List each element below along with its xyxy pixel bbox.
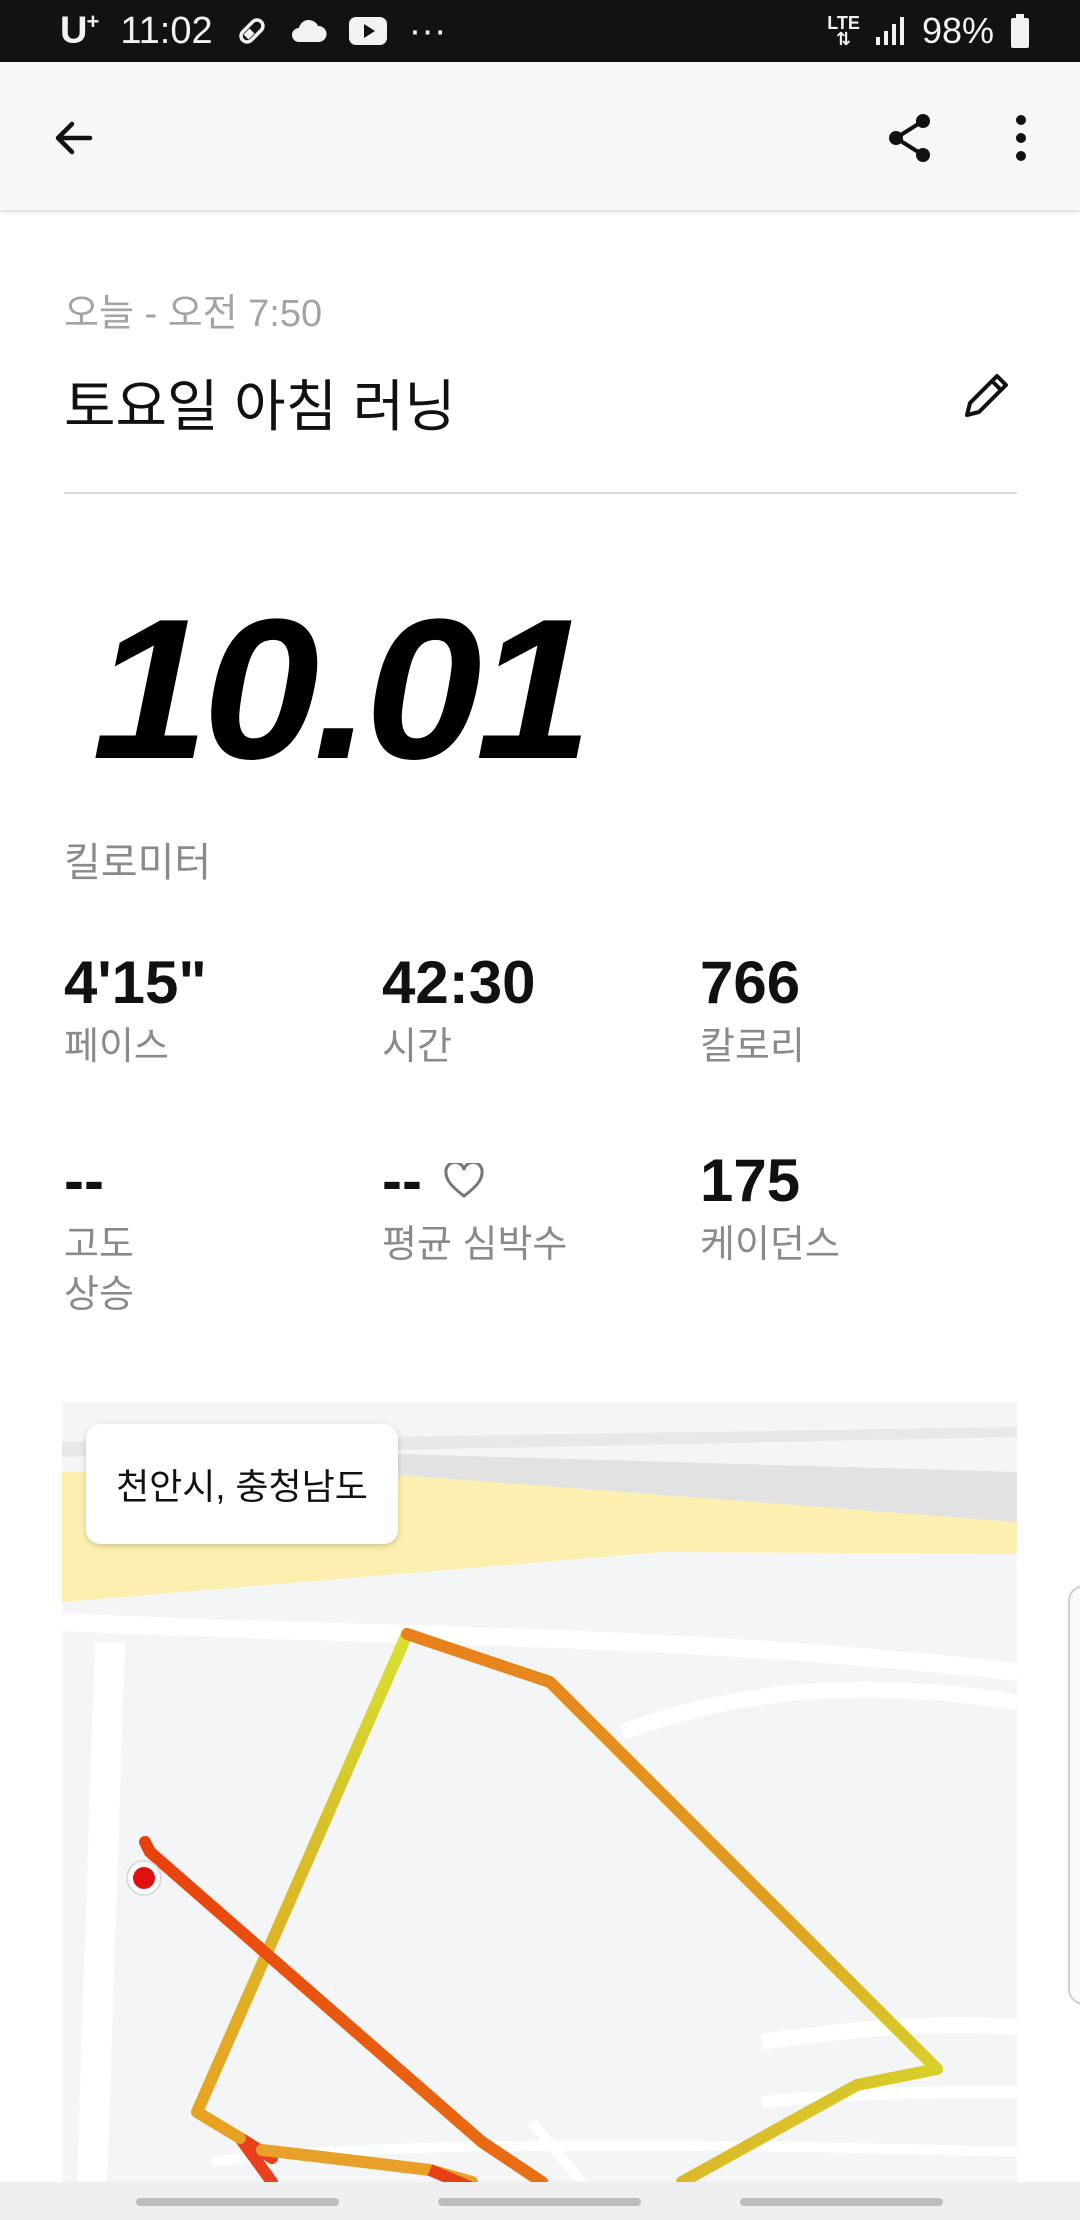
stat-cadence: 175 케이던스 (700, 1146, 840, 1270)
distance-value: 10.01 (92, 578, 592, 801)
share-icon (889, 114, 930, 162)
cloud-icon (291, 18, 327, 44)
pill-icon (235, 14, 269, 48)
activity-date: 오늘 - 오전 7:50 (64, 293, 323, 335)
stat-heart-rate-value: -- (382, 1147, 422, 1214)
more-vertical-icon (1016, 115, 1026, 161)
activity-title: 토요일 아침 러닝 (64, 375, 456, 438)
battery-icon (1010, 14, 1030, 48)
stat-elevation: -- 고도 상승 (64, 1146, 134, 1320)
header-divider (64, 492, 1017, 494)
share-button[interactable] (875, 102, 947, 174)
nav-back-button[interactable] (740, 2198, 943, 2206)
stat-pace: 4'15" 페이스 (64, 948, 207, 1072)
stat-time-value: 42:30 (382, 949, 536, 1016)
stat-cadence-label: 케이던스 (700, 1224, 840, 1266)
stat-calories: 766 칼로리 (700, 948, 805, 1072)
arrow-left-icon (55, 121, 93, 155)
distance-unit: 킬로미터 (64, 841, 212, 885)
carrier-label: U+ (60, 9, 99, 52)
status-time: 11:02 (120, 9, 213, 52)
status-bar: U+ 11:02 ··· LTE ⇅ 98% (0, 0, 1080, 62)
location-label: 천안시, 충청남도 (86, 1424, 398, 1544)
stat-calories-value: 766 (700, 949, 801, 1016)
nav-home-button[interactable] (438, 2198, 641, 2206)
battery-percent: 98% (921, 10, 994, 51)
app-bar (0, 62, 1080, 212)
lte-indicator: LTE ⇅ (827, 13, 860, 49)
heart-icon (444, 1163, 484, 1198)
stat-pace-value: 4'15" (64, 949, 207, 1016)
route-map[interactable]: 천안시, 충청남도 (62, 1402, 1017, 2182)
edit-title-button[interactable] (950, 360, 1022, 432)
stat-elevation-label-line1: 고도 (64, 1224, 134, 1266)
stat-elevation-value: -- (64, 1147, 104, 1214)
youtube-icon (348, 17, 387, 45)
edge-panel-handle[interactable] (1068, 1585, 1080, 2005)
status-more-dots: ··· (408, 9, 447, 52)
stat-cadence-value: 175 (700, 1147, 801, 1214)
stat-time: 42:30 시간 (382, 948, 535, 1072)
stat-time-label: 시간 (382, 1026, 452, 1068)
more-options-button[interactable] (985, 102, 1057, 174)
system-nav-bar (0, 2182, 1080, 2220)
stat-heart-rate: -- 평균 심박수 (382, 1146, 567, 1270)
pencil-icon (965, 374, 1008, 417)
back-button[interactable] (38, 102, 110, 174)
stat-heart-rate-label: 평균 심박수 (382, 1224, 568, 1266)
stat-elevation-label: 고도 상승 (64, 1220, 134, 1320)
nav-recent-button[interactable] (136, 2198, 339, 2206)
stat-pace-label: 페이스 (64, 1026, 169, 1068)
signal-icon (875, 17, 906, 45)
stat-calories-label: 칼로리 (700, 1026, 805, 1068)
stat-elevation-label-line2: 상승 (64, 1274, 134, 1316)
